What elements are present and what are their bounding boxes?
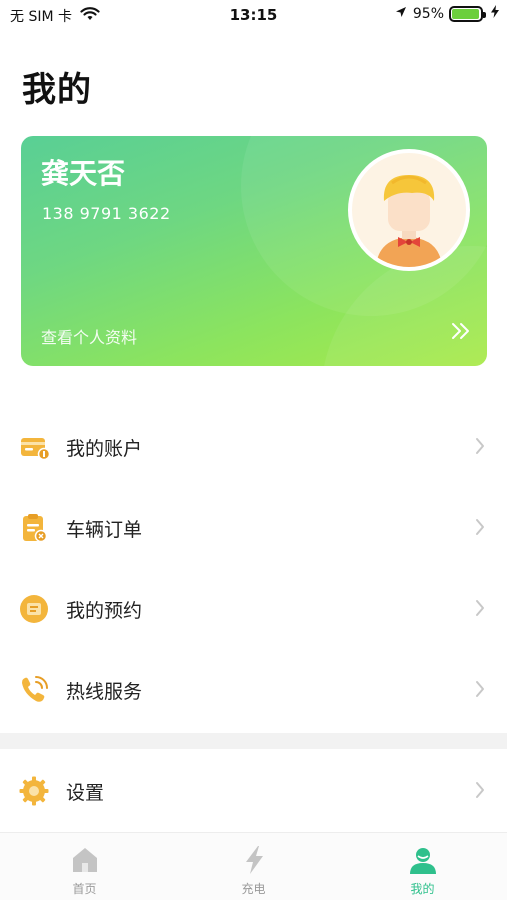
chevron-right-icon: [475, 437, 485, 459]
chevron-right-icon: [475, 599, 485, 621]
status-bar: 无 SIM 卡 13:15 95%: [0, 0, 507, 30]
order-icon: [19, 513, 51, 543]
charging-bolt-icon: [491, 5, 499, 22]
tab-bar: 首页 充电 我的: [0, 832, 507, 900]
tab-label: 首页: [72, 882, 97, 896]
battery-fill: [452, 8, 479, 19]
menu-item-label: 我的预约: [66, 600, 143, 622]
profile-card[interactable]: 龚天否 138 9791 3622 查看个人资料: [21, 136, 487, 366]
avatar-illustration: [376, 175, 442, 267]
battery-percent: 95%: [412, 5, 444, 22]
menu-item-label: 我的账户: [66, 438, 143, 460]
avatar[interactable]: [348, 149, 470, 271]
wallet-icon: [19, 432, 51, 462]
menu-item-label: 车辆订单: [66, 519, 143, 541]
user-name: 龚天否: [41, 157, 126, 190]
menu-item-my-reservations[interactable]: 我的预约: [0, 568, 507, 649]
chevron-right-icon: [475, 781, 485, 803]
menu-item-hotline-service[interactable]: 热线服务: [0, 649, 507, 730]
location-arrow-icon: [395, 6, 407, 22]
section-divider: [0, 733, 507, 749]
menu-item-my-account[interactable]: 我的账户: [0, 406, 507, 487]
user-icon: [409, 848, 436, 874]
phone-icon: [19, 675, 51, 705]
menu-item-label: 热线服务: [66, 681, 143, 703]
double-chevron-right-icon[interactable]: [451, 322, 471, 344]
status-bar-right: 95%: [395, 5, 499, 22]
menu-item-settings[interactable]: 设置: [0, 750, 507, 832]
view-profile-link[interactable]: 查看个人资料: [41, 324, 137, 348]
tab-label: 充电: [241, 882, 266, 896]
reservation-icon: [19, 594, 51, 624]
home-icon: [72, 848, 97, 872]
battery-icon: [449, 5, 486, 22]
gear-icon: [19, 776, 51, 806]
tab-home[interactable]: 首页: [0, 833, 169, 900]
tab-label: 我的: [410, 882, 435, 896]
user-phone: 138 9791 3622: [42, 204, 171, 223]
settings-label: 设置: [66, 782, 105, 804]
menu-item-vehicle-orders[interactable]: 车辆订单: [0, 487, 507, 568]
page-title: 我的: [22, 70, 92, 110]
lightning-icon: [245, 846, 263, 874]
tab-charging[interactable]: 充电: [169, 833, 338, 900]
menu-list: 我的账户 车辆订单 我的预约 热线服务: [0, 406, 507, 730]
chevron-right-icon: [475, 518, 485, 540]
tab-mine[interactable]: 我的: [338, 833, 507, 900]
chevron-right-icon: [475, 680, 485, 702]
